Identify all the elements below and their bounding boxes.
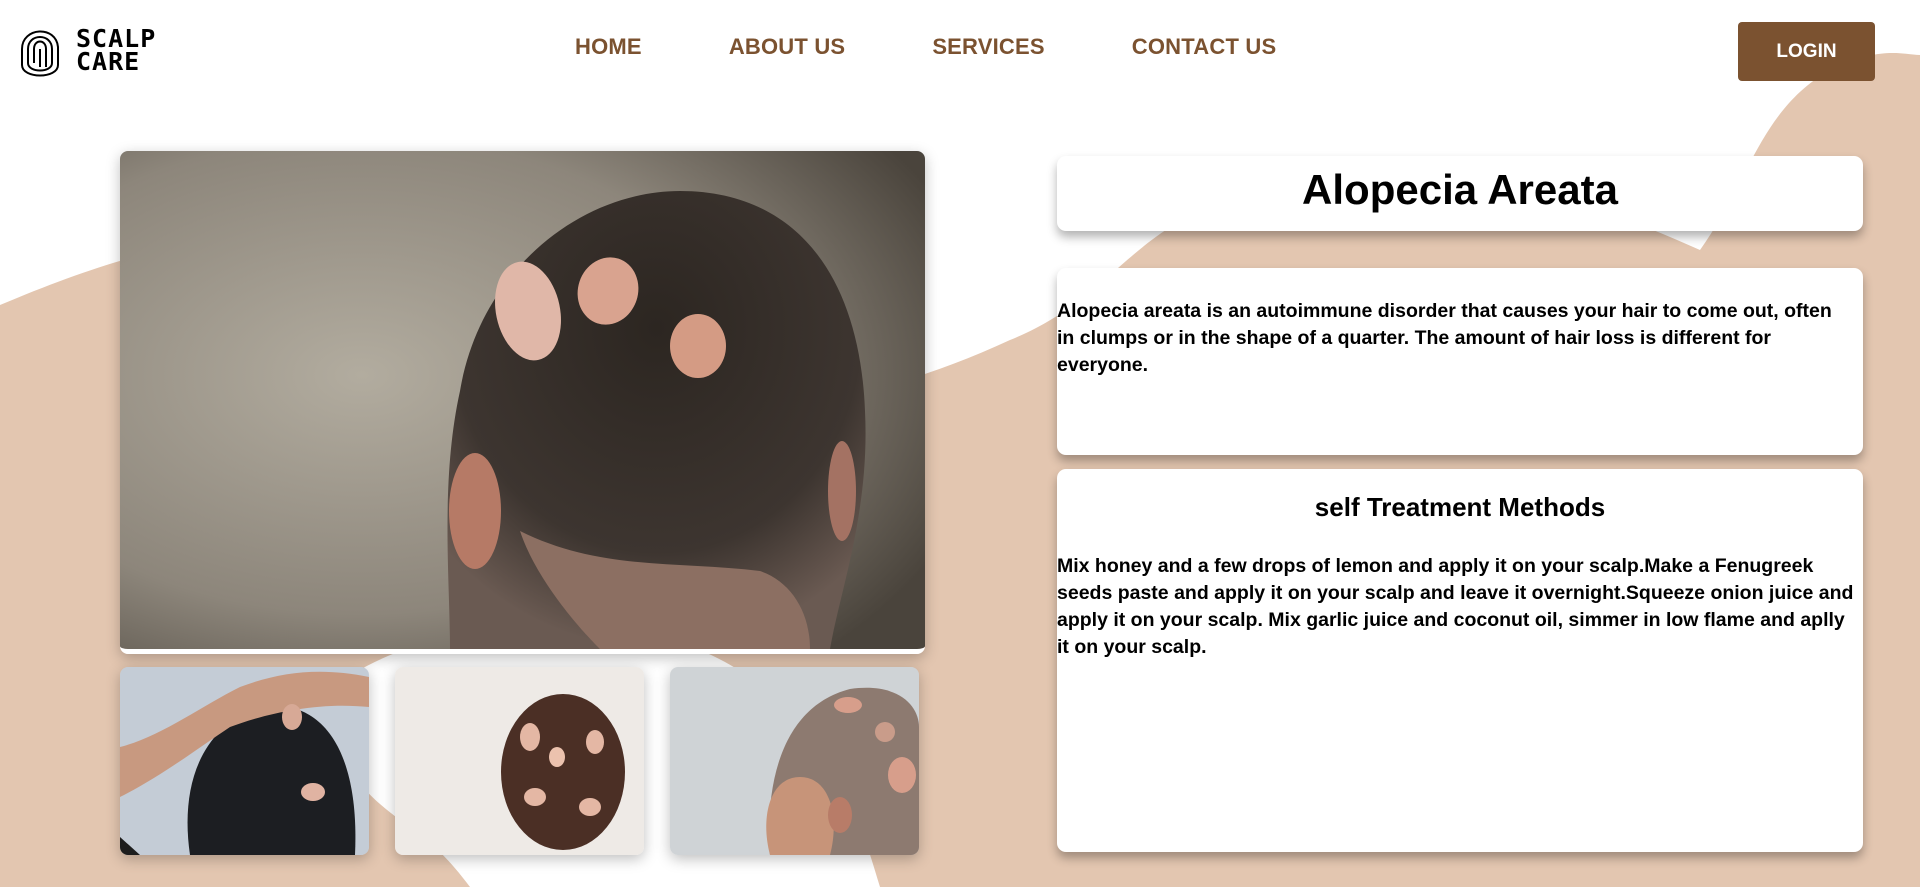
thumbnail-photo-3[interactable]: [670, 667, 919, 855]
nav-home[interactable]: HOME: [575, 34, 642, 60]
nav-services[interactable]: SERVICES: [932, 34, 1044, 60]
condition-title-card: Alopecia Areata: [1057, 156, 1863, 231]
condition-description: Alopecia areata is an autoimmune disorde…: [1057, 300, 1832, 376]
main-condition-photo: [120, 151, 925, 654]
condition-description-card: Alopecia areata is an autoimmune disorde…: [1057, 268, 1863, 455]
nav-contact-us[interactable]: CONTACT US: [1132, 34, 1277, 60]
login-button[interactable]: LOGIN: [1738, 22, 1875, 81]
fingerprint-logo-icon: [21, 30, 59, 77]
nav-about-us[interactable]: ABOUT US: [729, 34, 846, 60]
main-navigation: HOME ABOUT US SERVICES CONTACT US: [575, 34, 1276, 60]
treatment-text: Mix honey and a few drops of lemon and a…: [1057, 555, 1854, 658]
brand-line-2: CARE: [76, 47, 141, 76]
thumbnail-photo-1[interactable]: [120, 667, 369, 855]
treatment-methods-card: self Treatment Methods Mix honey and a f…: [1057, 469, 1863, 852]
scalp-care-logo[interactable]: SCALP CARE: [18, 18, 183, 82]
brand-wordmark: SCALP CARE: [76, 26, 156, 76]
treatment-heading: self Treatment Methods: [1314, 492, 1606, 522]
condition-title: Alopecia Areata: [1302, 166, 1618, 213]
thumbnail-photo-2[interactable]: [395, 667, 644, 855]
